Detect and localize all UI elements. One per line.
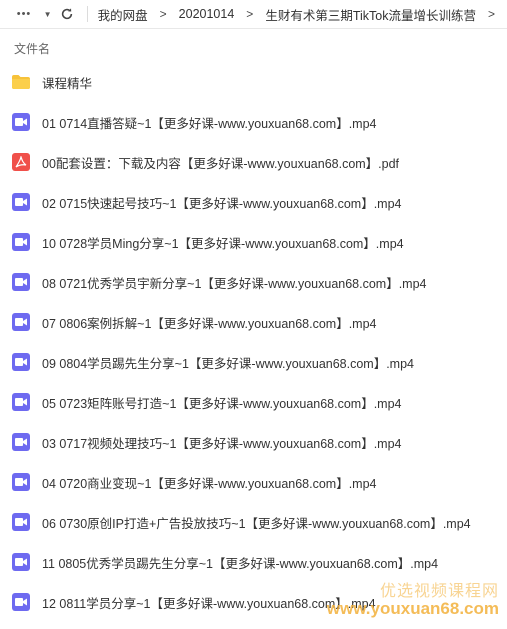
- list-item-video[interactable]: 12 0811学员分享~1【更多好课-www.youxuan68.com】.mp…: [0, 582, 507, 622]
- breadcrumb-separator: >: [246, 7, 254, 21]
- file-name: 02 0715快速起号技巧~1【更多好课-www.youxuan68.com】.…: [42, 196, 402, 211]
- file-name: 07 0806案例拆解~1【更多好课-www.youxuan68.com】.mp…: [42, 316, 377, 331]
- list-item-video[interactable]: 09 0804学员踢先生分享~1【更多好课-www.youxuan68.com】…: [0, 342, 507, 382]
- video-file-icon: [12, 433, 30, 451]
- file-name: 05 0723矩阵账号打造~1【更多好课-www.youxuan68.com】.…: [42, 396, 402, 411]
- pdf-file-icon: [12, 153, 30, 171]
- file-name: 03 0717视频处理技巧~1【更多好课-www.youxuan68.com】.…: [42, 436, 402, 451]
- file-name: 00配套设置：下载及内容【更多好课-www.youxuan68.com】.pdf: [42, 156, 400, 171]
- file-name: 08 0721优秀学员宇新分享~1【更多好课-www.youxuan68.com…: [42, 276, 427, 291]
- top-toolbar: ••• ▼ 我的网盘 > 20201014 > 生财有术第三期TikTok流量增…: [0, 0, 507, 29]
- breadcrumb-current-folder[interactable]: 生财有术第三期TikTok流量增长训练营: [265, 5, 476, 24]
- list-item-video[interactable]: 11 0805优秀学员踢先生分享~1【更多好课-www.youxuan68.co…: [0, 542, 507, 582]
- file-name: 04 0720商业变现~1【更多好课-www.youxuan68.com】.mp…: [42, 476, 377, 491]
- breadcrumb-separator: >: [159, 7, 167, 21]
- dropdown-arrow-icon[interactable]: ▼: [43, 10, 52, 19]
- list-item-video[interactable]: 02 0715快速起号技巧~1【更多好课-www.youxuan68.com】.…: [0, 182, 507, 222]
- toolbar-divider: [86, 6, 88, 22]
- file-name: 09 0804学员踢先生分享~1【更多好课-www.youxuan68.com】…: [42, 356, 415, 371]
- file-name: 10 0728学员Ming分享~1【更多好课-www.youxuan68.com…: [42, 236, 404, 251]
- video-file-icon: [12, 353, 30, 371]
- file-name: 11 0805优秀学员踢先生分享~1【更多好课-www.youxuan68.co…: [42, 556, 439, 571]
- video-file-icon: [12, 473, 30, 491]
- name-column-header[interactable]: 文件名: [14, 40, 50, 57]
- list-item-folder[interactable]: 课程精华: [0, 62, 507, 102]
- video-file-icon: [12, 553, 30, 571]
- breadcrumb-date-folder[interactable]: 20201014: [179, 7, 235, 21]
- more-options-icon[interactable]: •••: [17, 8, 31, 20]
- list-item-video[interactable]: 07 0806案例拆解~1【更多好课-www.youxuan68.com】.mp…: [0, 302, 507, 342]
- breadcrumb-overflow-icon[interactable]: >: [488, 7, 495, 21]
- video-file-icon: [12, 273, 30, 291]
- file-name: 12 0811学员分享~1【更多好课-www.youxuan68.com】.mp…: [42, 596, 376, 611]
- video-file-icon: [12, 513, 30, 531]
- video-file-icon: [12, 393, 30, 411]
- video-file-icon: [12, 113, 30, 131]
- video-file-icon: [12, 233, 30, 251]
- folder-icon: [12, 73, 30, 91]
- list-item-video[interactable]: 10 0728学员Ming分享~1【更多好课-www.youxuan68.com…: [0, 222, 507, 262]
- file-name: 06 0730原创IP打造+广告投放技巧~1【更多好课-www.youxuan6…: [42, 516, 471, 531]
- list-item-video[interactable]: 08 0721优秀学员宇新分享~1【更多好课-www.youxuan68.com…: [0, 262, 507, 302]
- video-file-icon: [12, 313, 30, 331]
- list-item-video[interactable]: 01 0714直播答疑~1【更多好课-www.youxuan68.com】.mp…: [0, 102, 507, 142]
- list-item-video[interactable]: 03 0717视频处理技巧~1【更多好课-www.youxuan68.com】.…: [0, 422, 507, 462]
- video-file-icon: [12, 593, 30, 611]
- list-item-video[interactable]: 05 0723矩阵账号打造~1【更多好课-www.youxuan68.com】.…: [0, 382, 507, 422]
- list-item-pdf[interactable]: 00配套设置：下载及内容【更多好课-www.youxuan68.com】.pdf: [0, 142, 507, 182]
- list-item-video[interactable]: 04 0720商业变现~1【更多好课-www.youxuan68.com】.mp…: [0, 462, 507, 502]
- file-name: 课程精华: [42, 76, 93, 91]
- video-file-icon: [12, 193, 30, 211]
- file-name: 01 0714直播答疑~1【更多好课-www.youxuan68.com】.mp…: [42, 116, 377, 131]
- breadcrumb-my-drive[interactable]: 我的网盘: [98, 5, 148, 24]
- refresh-icon[interactable]: [60, 7, 75, 21]
- list-item-video[interactable]: 06 0730原创IP打造+广告投放技巧~1【更多好课-www.youxuan6…: [0, 502, 507, 542]
